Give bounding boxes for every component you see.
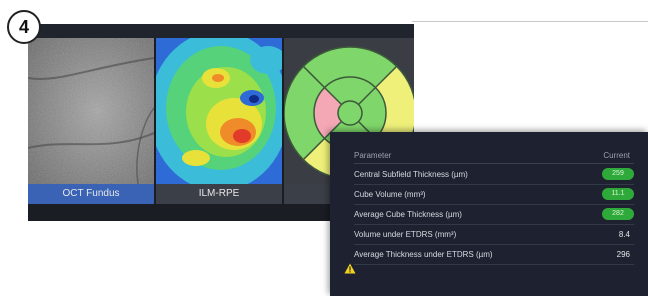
param-name: Average Cube Thickness (µm) — [354, 210, 462, 219]
viewer-toolbar — [28, 24, 414, 38]
table-row: Volume under ETDRS (mm³) 8.4 — [354, 225, 634, 245]
status-badge: 282 — [602, 208, 634, 220]
param-name: Volume under ETDRS (mm³) — [354, 230, 457, 239]
param-value: 8.4 — [618, 230, 630, 239]
oct-fundus-image[interactable] — [28, 38, 154, 184]
panel-label-oct-fundus[interactable]: OCT Fundus — [28, 184, 154, 204]
panel-label-ilm-rpe[interactable]: ILM-RPE — [156, 184, 282, 204]
table-row: Cube Volume (mm³) 11.1 — [354, 185, 634, 205]
step-number-badge: 4 — [7, 10, 41, 44]
table-row: Average Thickness under ETDRS (µm) 296 — [354, 245, 634, 265]
param-name: Average Thickness under ETDRS (µm) — [354, 250, 493, 259]
divider-line — [412, 21, 648, 22]
table-row: Average Cube Thickness (µm) 282 — [354, 205, 634, 225]
param-name: Cube Volume (mm³) — [354, 190, 426, 199]
header-current: Current — [603, 151, 630, 160]
warning-icon — [344, 263, 356, 274]
param-name: Central Subfield Thickness (µm) — [354, 170, 468, 179]
status-badge: 11.1 — [602, 188, 634, 200]
table-header: Parameter Current — [354, 149, 634, 164]
table-row: Central Subfield Thickness (µm) 259 — [354, 165, 634, 185]
header-parameter: Parameter — [354, 151, 392, 160]
param-value: 296 — [616, 250, 630, 259]
ilm-rpe-thickness-map[interactable] — [156, 38, 282, 184]
parameter-table: Parameter Current Central Subfield Thick… — [330, 132, 648, 296]
status-badge: 259 — [602, 168, 634, 180]
